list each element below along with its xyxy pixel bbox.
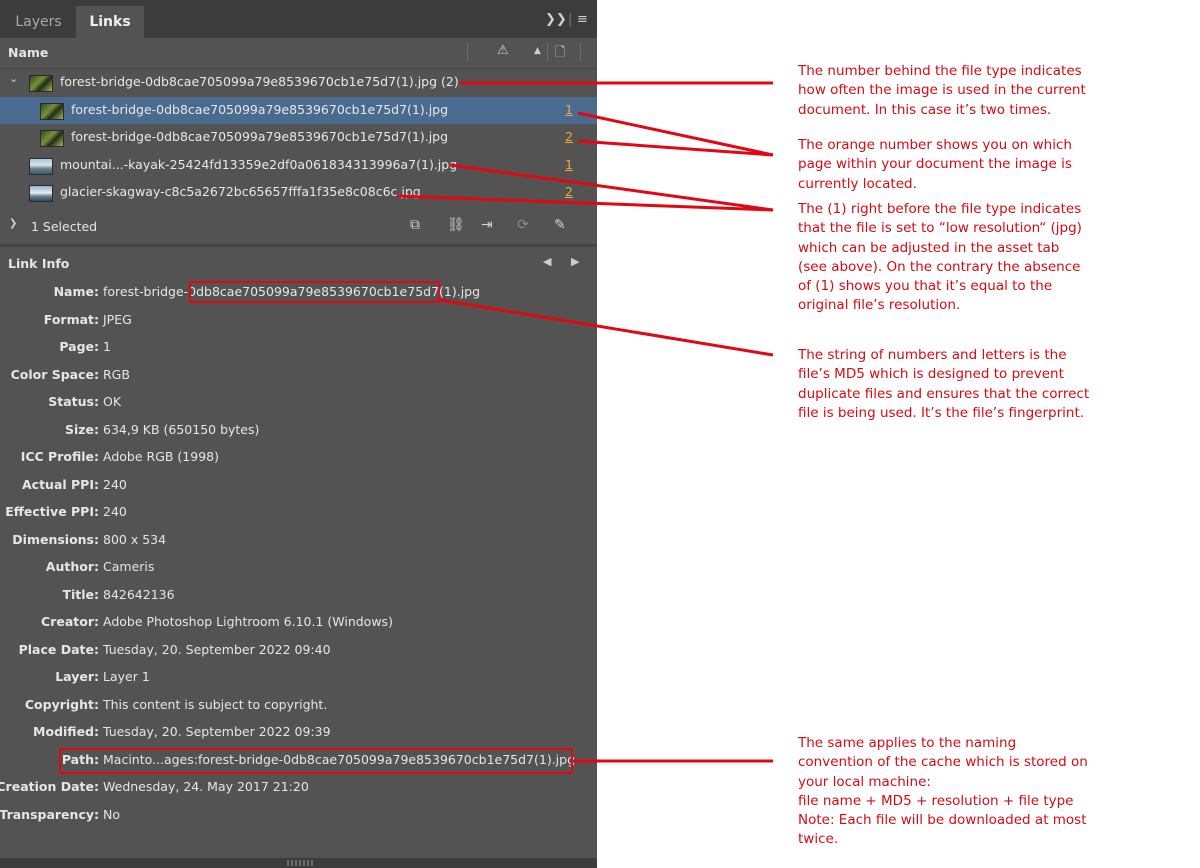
annotation-resolution: The (1) right before the file type indic… [798,201,1082,314]
annotation-md5: The string of numbers and letters is the… [798,347,1090,421]
annotation-usage-count: The number behind the file type indicate… [798,63,1086,118]
connector-line [439,298,774,357]
annotation-cache-naming: The same applies to the naming conventio… [798,735,1088,848]
annotation-page-number: The orange number shows you on which pag… [798,137,1072,192]
